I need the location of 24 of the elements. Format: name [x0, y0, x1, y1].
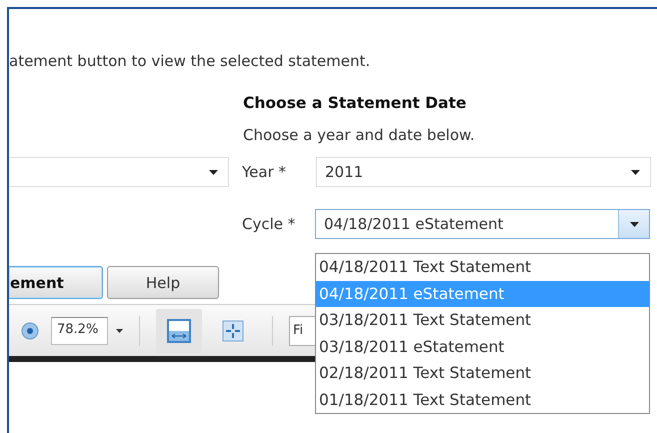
- cycle-option[interactable]: 01/18/2011 Text Statement: [316, 386, 649, 413]
- help-button[interactable]: Help: [107, 266, 219, 299]
- view-statement-button[interactable]: ement: [9, 266, 103, 299]
- caret-icon[interactable]: [116, 328, 123, 332]
- cycle-option[interactable]: 04/18/2011 Text Statement: [316, 254, 649, 280]
- cycle-option[interactable]: 02/18/2011 Text Statement: [316, 360, 649, 386]
- fit-width-icon: [166, 318, 192, 344]
- cycle-label: Cycle *: [241, 215, 296, 233]
- year-dropdown[interactable]: 2011: [316, 157, 651, 187]
- caret-icon: [630, 222, 638, 226]
- zoom-field[interactable]: 78.2%: [51, 316, 108, 344]
- caret-icon: [209, 170, 218, 174]
- year-label: Year *: [241, 163, 288, 181]
- cycle-option[interactable]: 03/18/2011 Text Statement: [316, 307, 649, 334]
- instruction-text: atement button to view the selected statement.: [9, 51, 372, 72]
- fit-width-button[interactable]: [156, 308, 202, 352]
- find-field[interactable]: Fi: [289, 316, 315, 346]
- cycle-dropdown[interactable]: 04/18/2011 eStatement: [315, 209, 650, 239]
- fit-page-icon[interactable]: [222, 320, 244, 342]
- section-subtitle: Choose a year and date below.: [243, 125, 476, 146]
- cycle-option[interactable]: 03/18/2011 eStatement: [316, 334, 649, 360]
- caret-icon: [631, 170, 640, 174]
- dropdown-button[interactable]: [618, 210, 649, 238]
- section-title: Choose a Statement Date: [243, 93, 468, 114]
